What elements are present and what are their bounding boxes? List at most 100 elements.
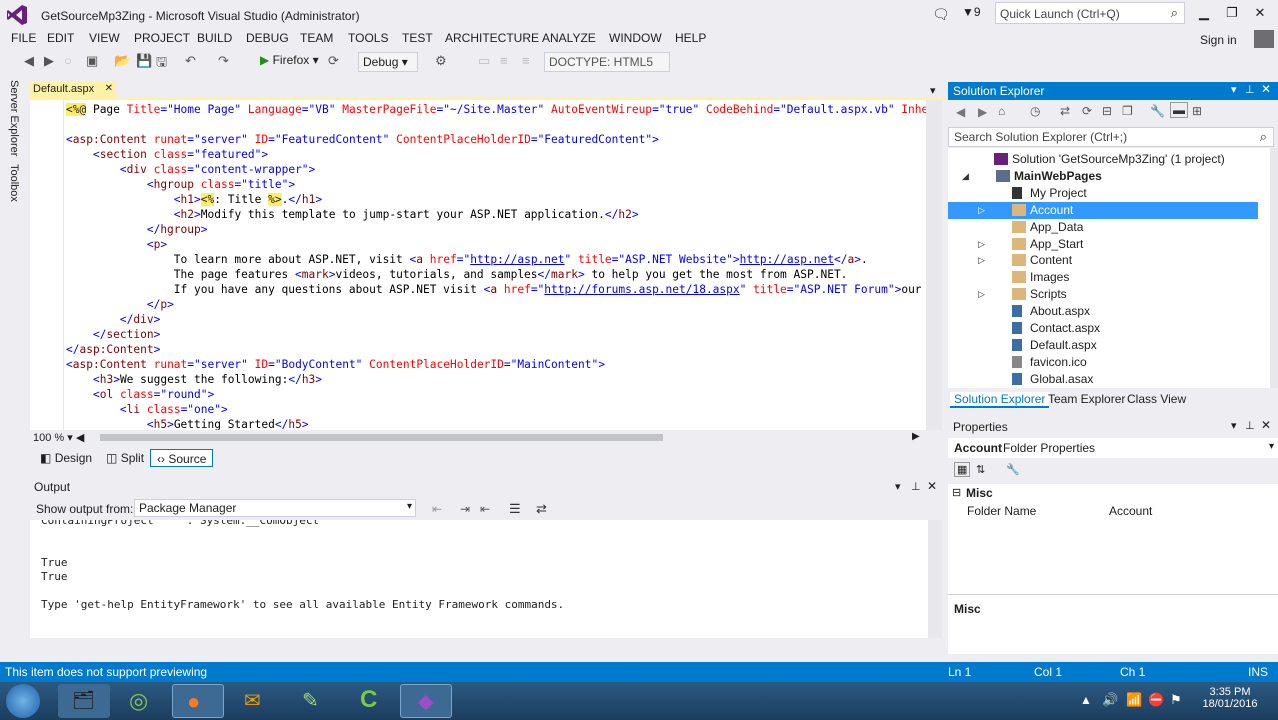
menu-team[interactable]: TEAM	[300, 31, 333, 45]
collapse-category-icon[interactable]: ⊟	[952, 486, 961, 499]
pin-icon[interactable]: ⊥	[1245, 83, 1255, 96]
scroll-right-icon[interactable]: ▶	[912, 431, 920, 442]
preview-icon[interactable]: ▬	[1170, 102, 1188, 118]
tree-item-images[interactable]: Images	[948, 269, 1258, 286]
volume-icon[interactable]: 🔊	[1102, 692, 1118, 708]
zoom-level-select[interactable]: 100 % ▾ ◀	[33, 431, 84, 444]
tab-split[interactable]: ◫ Split	[100, 449, 150, 467]
taskbar-clock[interactable]: 3:35 PM 18/01/2016	[1190, 686, 1270, 710]
maximize-button[interactable]: ❐	[1222, 5, 1242, 21]
tree-item-content[interactable]: ▷ Content	[948, 252, 1258, 269]
tab-team-explorer[interactable]: Team Explorer	[1044, 392, 1129, 406]
network-icon[interactable]: 📶	[1126, 692, 1142, 708]
new-project-icon[interactable]: ▣	[86, 53, 98, 69]
visual-studio-task-icon[interactable]: ◆	[400, 684, 452, 718]
property-pages-icon[interactable]: 🔧	[1006, 463, 1020, 476]
back-icon[interactable]: ◀	[24, 53, 34, 69]
expand-arrow-icon[interactable]: ▷	[978, 205, 988, 216]
editor-vertical-scrollbar[interactable]	[926, 100, 942, 430]
refresh-icon[interactable]: ⟳	[1082, 104, 1092, 118]
categorized-icon[interactable]: ▦	[954, 462, 971, 477]
flag-icon[interactable]: ⚑	[1170, 692, 1182, 708]
notification-flag[interactable]: ▼9	[962, 5, 981, 19]
solution-configuration-select[interactable]: Debug ▾	[358, 52, 418, 72]
history-icon[interactable]: ◷	[1030, 104, 1040, 118]
menu-analyze[interactable]: ANALYZE	[542, 31, 596, 45]
forward-icon[interactable]: ▶	[978, 105, 987, 119]
menu-test[interactable]: TEST	[402, 31, 433, 45]
undo-icon[interactable]: ↶	[185, 53, 196, 69]
start-button[interactable]	[6, 684, 40, 718]
redo-icon[interactable]: ↷	[218, 53, 229, 69]
pin-icon[interactable]: ⊥	[911, 480, 921, 493]
property-value[interactable]: Account	[1109, 504, 1152, 518]
browser-link-icon[interactable]: ⚙	[435, 53, 447, 69]
minimize-button[interactable]: ▁	[1194, 5, 1214, 21]
forward-icon[interactable]: ○	[64, 53, 72, 68]
notepad-task-icon[interactable]: ✎	[286, 684, 338, 718]
back-icon[interactable]: ◀	[956, 105, 965, 119]
outdent-icon[interactable]: ≡	[522, 53, 530, 68]
show-all-files-icon[interactable]: ❐	[1122, 104, 1133, 118]
tree-item-about-aspx[interactable]: About.aspx	[948, 303, 1258, 320]
tree-item-account[interactable]: ▷ Account	[948, 201, 1258, 219]
next-message-icon[interactable]: ⇥	[460, 502, 470, 516]
output-source-select[interactable]: Package Manager ▾	[134, 499, 416, 517]
tree-item-scripts[interactable]: ▷ Scripts	[948, 286, 1258, 303]
tree-item-app-start[interactable]: ▷ App_Start	[948, 236, 1258, 253]
chrome-task-icon[interactable]: ◎	[115, 684, 167, 718]
security-icon[interactable]: ⛔	[1148, 692, 1164, 708]
tree-item-default-aspx[interactable]: Default.aspx	[948, 337, 1258, 354]
menu-tools[interactable]: TOOLS	[348, 31, 388, 45]
close-panel-icon[interactable]: ✕	[1261, 418, 1271, 432]
explorer-task-icon[interactable]: 🗂	[58, 684, 110, 718]
menu-architecture[interactable]: ARCHITECTURE	[445, 31, 539, 45]
tree-scrollbar[interactable]	[1270, 148, 1278, 388]
comment-icon[interactable]: ▭	[478, 53, 490, 69]
sync-icon[interactable]: ⇄	[1060, 104, 1070, 118]
tab-source[interactable]: ‹› Source	[150, 449, 214, 467]
tree-item-my-project[interactable]: My Project	[948, 185, 1258, 202]
sign-in-link[interactable]: Sign in	[1200, 33, 1237, 47]
tree-item-favicon-ico[interactable]: favicon.ico	[948, 354, 1258, 371]
close-button[interactable]: ✕	[1250, 5, 1270, 21]
notification-icon[interactable]: 🗨	[932, 6, 950, 23]
menu-edit[interactable]: EDIT	[47, 31, 74, 45]
save-all-icon[interactable]: 🖫	[156, 53, 167, 75]
expand-arrow-icon[interactable]: ▷	[978, 239, 988, 250]
tree-item-contact-aspx[interactable]: Contact.aspx	[948, 320, 1258, 337]
close-panel-icon[interactable]: ✕	[1261, 82, 1271, 96]
tree-item-solution-getsourcemp3zing-1-project[interactable]: Solution 'GetSourceMp3Zing' (1 project)	[948, 151, 1258, 168]
expand-arrow-icon[interactable]: ◢	[962, 171, 972, 182]
toolbox-tab[interactable]: Toolbox	[8, 164, 20, 202]
tab-dropdown-icon[interactable]: ▾	[930, 84, 936, 97]
open-file-icon[interactable]: 📂	[114, 53, 130, 69]
save-icon[interactable]: 💾	[136, 53, 152, 69]
indent-icon[interactable]: ≡	[500, 53, 508, 68]
output-text-area[interactable]: ContainingProject : System.__ComObject Tr…	[30, 520, 928, 638]
close-tab-icon[interactable]: ✕	[105, 83, 113, 94]
menu-view[interactable]: VIEW	[89, 31, 120, 45]
tree-item-mainwebpages[interactable]: ◢ MainWebPages	[948, 168, 1258, 185]
document-tab-default-aspx[interactable]: Default.aspx ✕	[30, 82, 116, 98]
code-editor[interactable]: <%@ Page Title="Home Page" Language="VB"…	[30, 100, 942, 430]
menu-help[interactable]: HELP	[675, 31, 706, 45]
properties-icon[interactable]: 🔧	[1150, 104, 1165, 118]
prev-message-icon[interactable]: ⇤	[480, 502, 490, 516]
refresh-icon[interactable]: ⟳	[328, 53, 339, 69]
solution-search-input[interactable]: Search Solution Explorer (Ctrl+;) ⌕	[948, 127, 1274, 147]
menu-project[interactable]: PROJECT	[134, 31, 190, 45]
tab-design[interactable]: ◧ Design	[34, 449, 98, 467]
tree-item-app-data[interactable]: App_Data	[948, 219, 1258, 236]
expand-arrow-icon[interactable]: ▷	[978, 255, 988, 266]
forward-icon[interactable]: ▶	[44, 53, 54, 69]
doctype-select[interactable]: DOCTYPE: HTML5	[544, 52, 670, 72]
clear-all-icon[interactable]: ☰	[509, 501, 521, 517]
profile-icon[interactable]	[1254, 30, 1274, 48]
menu-window[interactable]: WINDOW	[609, 31, 662, 45]
quick-launch-input[interactable]: Quick Launch (Ctrl+Q) ⌕	[995, 2, 1185, 24]
panel-menu-icon[interactable]: ▾	[895, 480, 901, 493]
pin-icon[interactable]: ⊥	[1245, 419, 1255, 432]
tab-class-view[interactable]: Class View	[1123, 392, 1190, 406]
outlook-task-icon[interactable]: ✉	[229, 684, 281, 718]
